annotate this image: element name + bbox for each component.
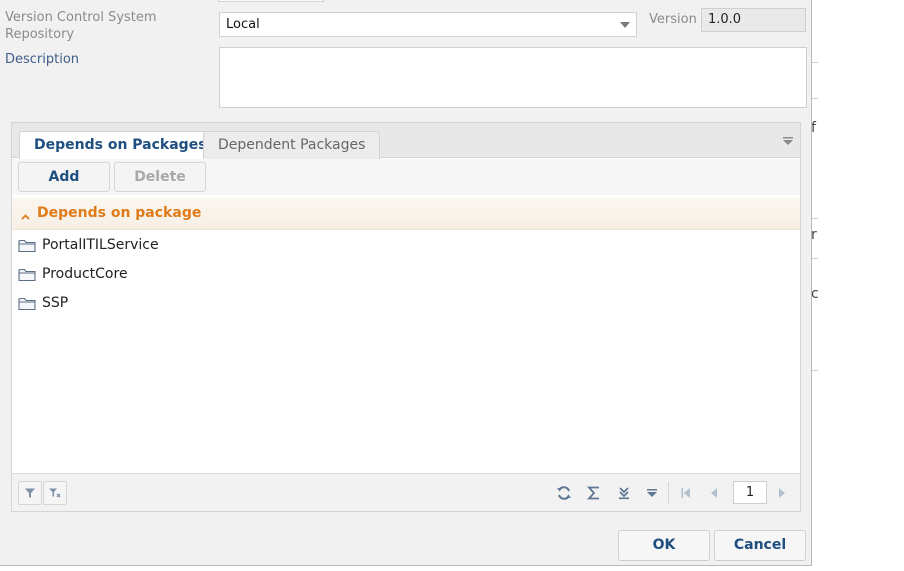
vcs-repository-label: Version Control System Repository [5, 10, 157, 42]
clear-filter-icon[interactable] [43, 481, 67, 505]
background-divider [812, 370, 818, 371]
grid-pager: 1 [12, 473, 800, 511]
delete-button[interactable]: Delete [114, 162, 206, 192]
vcs-repository-combobox[interactable]: Local [219, 12, 637, 37]
tab-depends-on-packages[interactable]: Depends on Packages [19, 131, 222, 159]
package-name: ProductCore [42, 266, 128, 282]
collapse-chevron-icon[interactable] [21, 209, 30, 224]
background-page: f r c [811, 0, 904, 571]
package-name: SSP [42, 295, 69, 311]
folder-icon [18, 296, 36, 315]
tab-bar: Depends on Packages Dependent Packages [12, 123, 800, 159]
pager-divider [668, 482, 669, 504]
list-item[interactable]: SSP [12, 290, 800, 318]
description-textarea[interactable] [219, 47, 807, 108]
refresh-icon[interactable] [553, 482, 575, 504]
pager-menu-icon[interactable] [641, 482, 663, 504]
packages-tab-panel: Depends on Packages Dependent Packages A… [11, 122, 801, 512]
background-divider [812, 62, 818, 63]
summary-icon[interactable] [583, 482, 605, 504]
background-divider [812, 218, 818, 219]
dropdown-arrow-icon[interactable] [614, 13, 636, 36]
previous-page-icon[interactable] [703, 482, 725, 504]
background-text: c [811, 286, 819, 302]
page-number-input[interactable]: 1 [733, 481, 767, 504]
field-stub [218, 0, 324, 2]
next-page-icon[interactable] [771, 482, 793, 504]
folder-icon [18, 267, 36, 286]
export-icon[interactable] [613, 482, 635, 504]
tab-menu-icon[interactable] [782, 135, 794, 145]
version-input[interactable]: 1.0.0 [701, 8, 806, 32]
add-button[interactable]: Add [18, 162, 110, 192]
background-divider [812, 258, 818, 259]
filter-icon[interactable] [18, 481, 42, 505]
folder-icon [18, 238, 36, 257]
vcs-repository-value: Local [226, 17, 260, 32]
tab-dependent-packages[interactable]: Dependent Packages [203, 131, 381, 159]
first-page-icon[interactable] [675, 482, 697, 504]
grid-toolbar: Add Delete [12, 159, 800, 195]
description-label: Description [5, 52, 80, 67]
ok-button[interactable]: OK [618, 530, 710, 561]
package-properties-dialog: Version Control System Repository Local … [0, 0, 812, 566]
list-item[interactable]: PortalITILService [12, 232, 800, 260]
group-label: Depends on package [37, 205, 202, 221]
background-divider [812, 98, 818, 99]
package-name: PortalITILService [42, 237, 159, 253]
version-label: Version [649, 12, 697, 27]
group-header[interactable]: Depends on package [12, 198, 800, 230]
list-item[interactable]: ProductCore [12, 261, 800, 289]
cancel-button[interactable]: Cancel [714, 530, 806, 561]
